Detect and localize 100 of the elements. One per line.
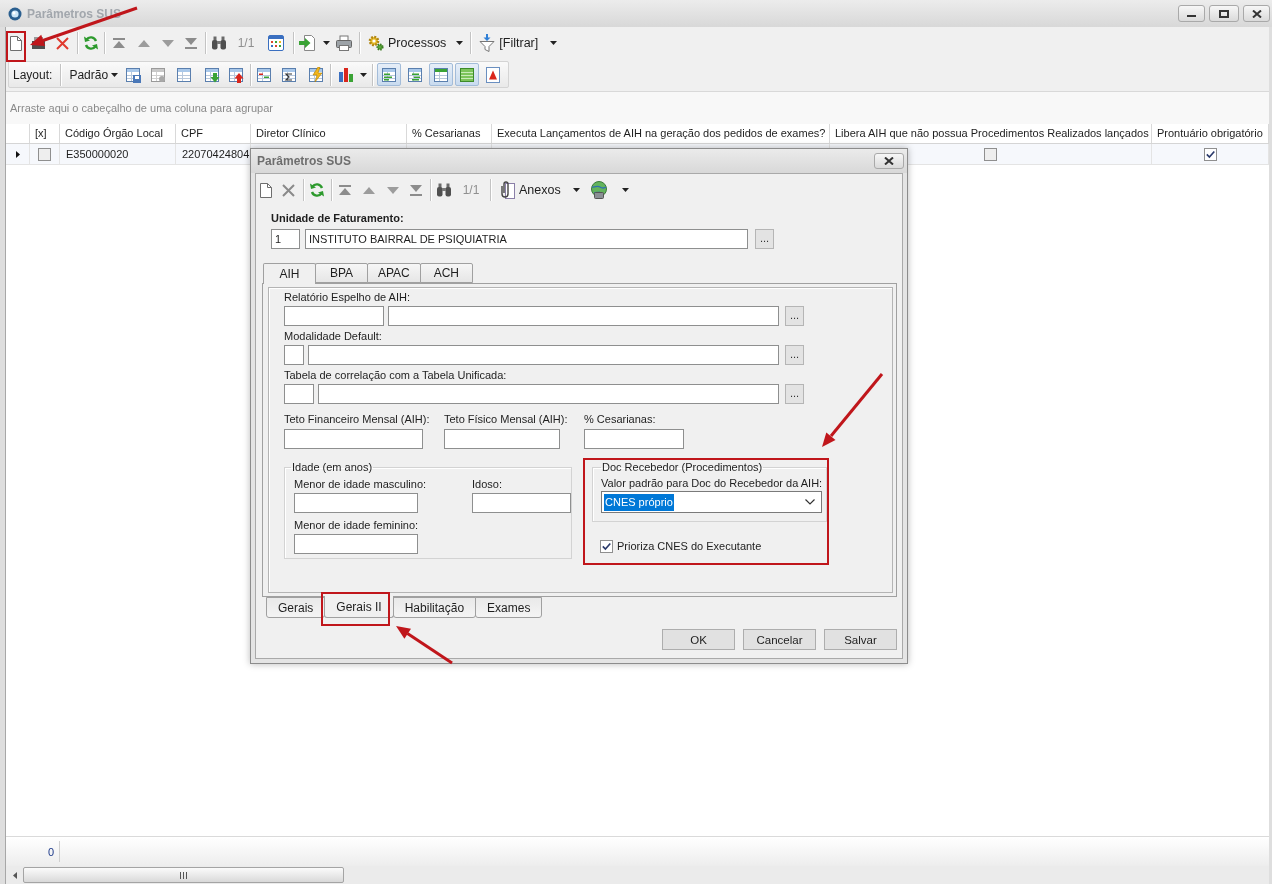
input-field[interactable] [284, 429, 423, 449]
close-button[interactable] [874, 153, 904, 169]
lookup-button[interactable]: ... [785, 384, 804, 404]
field-label: Teto Financeiro Mensal (AIH): [284, 413, 431, 426]
skip-to-top-icon[interactable] [112, 37, 126, 49]
input-field[interactable] [584, 429, 684, 449]
field-label: Idoso: [472, 478, 503, 491]
field-label: Modalidade Default: [284, 330, 383, 343]
filter-button[interactable]: [Filtrar] [473, 31, 562, 55]
view-toggle-button[interactable] [377, 63, 402, 86]
tab[interactable]: BPA [315, 263, 368, 283]
field-label: % Cesarianas: [584, 413, 657, 426]
arrow-up-icon[interactable] [137, 39, 150, 47]
grid-icon[interactable] [268, 35, 284, 51]
skip-to-top-icon[interactable] [338, 184, 352, 196]
new-document-icon[interactable] [260, 182, 272, 198]
field-label: Teto Físico Mensal (AIH): [444, 413, 569, 426]
checkbox[interactable] [600, 540, 613, 553]
export-icon[interactable] [298, 35, 317, 51]
table-indent-icon [407, 66, 424, 83]
checkbox[interactable] [984, 147, 997, 161]
refresh-icon[interactable] [309, 182, 325, 198]
table-lines-icon [381, 66, 398, 83]
input-field[interactable] [472, 493, 571, 513]
skip-to-bottom-icon[interactable] [184, 37, 198, 49]
bar-chart-icon[interactable] [337, 67, 354, 82]
cancel-button[interactable]: Cancelar [743, 629, 816, 650]
tab[interactable]: Gerais [266, 597, 326, 618]
field-label: Menor de idade masculino: [294, 478, 428, 491]
column-header[interactable]: Prontuário obrigatório [1152, 124, 1269, 143]
close-icon [884, 157, 894, 165]
skip-to-bottom-icon[interactable] [409, 184, 423, 196]
checkbox[interactable] [1203, 147, 1217, 161]
printer-icon[interactable] [336, 35, 352, 51]
table-header-icon [433, 66, 450, 83]
maximize-button[interactable] [1209, 5, 1239, 22]
save-button[interactable]: Salvar [824, 629, 897, 650]
refresh-icon[interactable] [82, 35, 99, 51]
code-field[interactable]: 1 [271, 229, 300, 249]
table-icon[interactable] [176, 66, 193, 83]
input-field[interactable] [444, 429, 560, 449]
table-export-icon[interactable] [227, 66, 244, 83]
table-sum-icon[interactable] [281, 66, 298, 83]
column-header[interactable]: [x] [30, 124, 60, 143]
lookup-button[interactable]: ... [785, 345, 804, 365]
maximize-icon [1219, 9, 1229, 18]
delete-icon[interactable] [281, 183, 295, 197]
processes-button[interactable]: Processos [362, 31, 468, 55]
table-icon[interactable] [149, 66, 166, 83]
table-marks-icon[interactable] [255, 66, 272, 83]
description-field[interactable] [388, 306, 779, 326]
column-header[interactable]: CPF [176, 124, 251, 143]
code-field[interactable] [284, 345, 304, 365]
table-filled-icon [459, 66, 476, 83]
column-header[interactable]: Libera AIH que não possua Procedimentos Realizados lançados [830, 124, 1152, 143]
minimize-button[interactable] [1178, 5, 1205, 22]
close-icon [1251, 9, 1262, 18]
lookup-button[interactable]: ... [785, 306, 804, 326]
tab[interactable]: ACH [419, 263, 473, 283]
input-field[interactable] [294, 534, 418, 554]
close-button[interactable] [1243, 5, 1270, 22]
table-save-icon[interactable] [125, 66, 142, 83]
delete-icon[interactable] [55, 36, 69, 50]
column-header[interactable]: Executa Lançamentos de AIH na geração dos pedidos de exames? [492, 124, 830, 143]
description-field[interactable] [318, 384, 779, 404]
column-header[interactable]: Código Órgão Local [60, 124, 176, 143]
tab[interactable]: Exames [475, 597, 543, 618]
tab[interactable]: AIH [263, 263, 316, 284]
arrow-down-icon[interactable] [162, 39, 174, 47]
arrow-up-icon[interactable] [362, 186, 375, 194]
checkbox[interactable] [38, 147, 51, 161]
arrow-down-icon[interactable] [387, 186, 399, 194]
caret-icon[interactable] [322, 41, 330, 45]
layout-preset-dropdown[interactable]: Padrão [69, 63, 121, 86]
caret-icon [550, 41, 558, 45]
new-document-icon[interactable] [10, 35, 22, 51]
caret-icon[interactable] [359, 72, 367, 77]
attachments-button[interactable]: Anexos [493, 178, 584, 202]
tab[interactable]: Habilitação [392, 597, 477, 618]
code-field[interactable] [284, 384, 314, 404]
binoculars-icon[interactable] [211, 36, 227, 50]
dropdown-field[interactable]: CNES próprio [601, 491, 822, 513]
scrollbar-thumb[interactable] [23, 867, 344, 883]
input-field[interactable] [294, 493, 418, 513]
view-toggle-button[interactable] [455, 63, 480, 86]
tab[interactable]: Gerais II [324, 596, 394, 618]
tab[interactable]: APAC [367, 263, 421, 283]
table-lightning-icon[interactable] [308, 66, 325, 83]
table-import-icon[interactable] [203, 66, 220, 83]
checkbox-label: Prioriza CNES do Executante [617, 540, 762, 553]
ok-button[interactable]: OK [662, 629, 735, 650]
description-field[interactable] [308, 345, 779, 365]
arrow-left-icon[interactable] [12, 871, 17, 879]
column-header[interactable]: % Cesarianas [407, 124, 492, 143]
code-field[interactable] [284, 306, 384, 326]
lookup-button[interactable]: ... [755, 229, 774, 249]
name-field[interactable]: INSTITUTO BAIRRAL DE PSIQUIATRIA [305, 229, 748, 249]
binoculars-icon[interactable] [436, 183, 452, 197]
view-toggle-button[interactable] [429, 63, 454, 86]
column-header[interactable]: Diretor Clínico [251, 124, 407, 143]
